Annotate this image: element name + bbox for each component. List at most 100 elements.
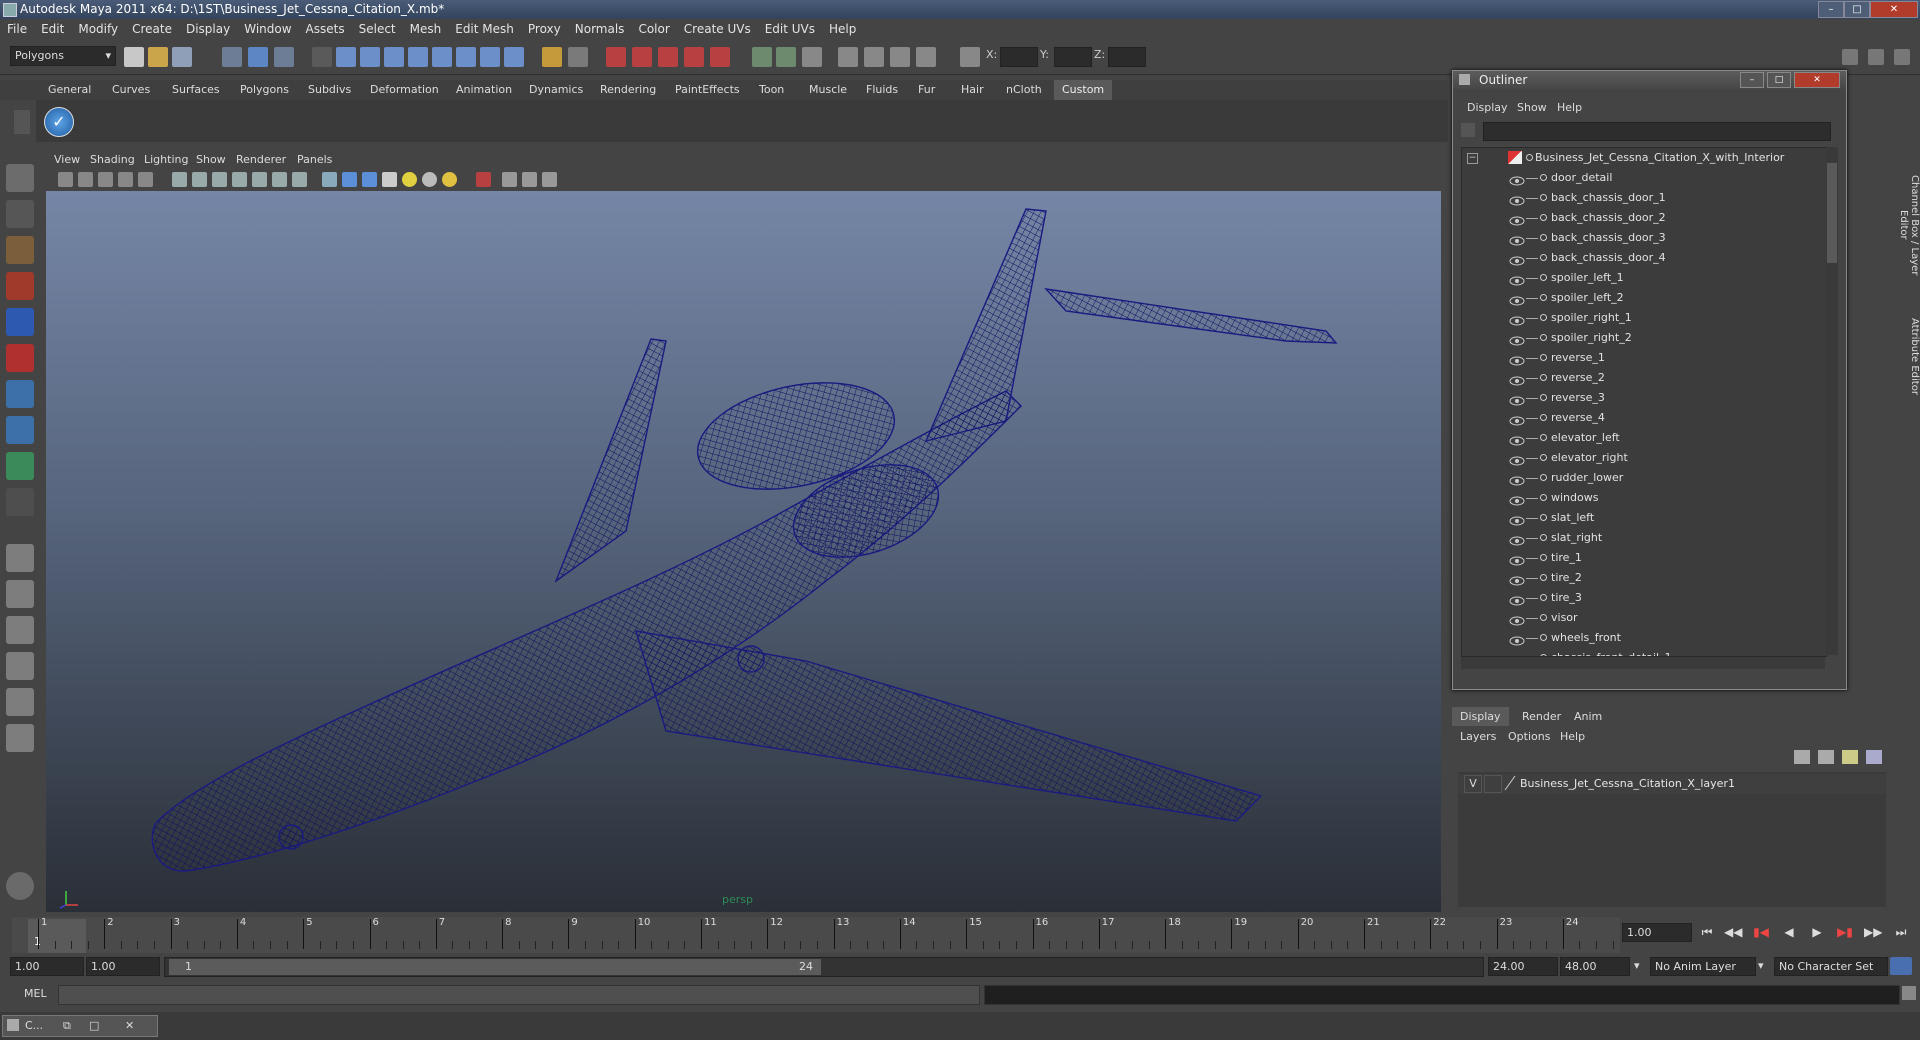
menu-create[interactable]: Create — [125, 19, 179, 40]
menu-mesh[interactable]: Mesh — [403, 19, 449, 40]
input-line-mode-icon[interactable] — [776, 47, 796, 67]
layout-hypershade-icon[interactable] — [6, 688, 34, 716]
restore-icon[interactable]: ⧉ — [63, 1016, 71, 1036]
menu-modify[interactable]: Modify — [71, 19, 125, 40]
graph-editor-icon[interactable] — [890, 47, 910, 67]
outliner-close-button[interactable]: ✕ — [1794, 72, 1840, 88]
new-scene-icon[interactable] — [124, 47, 144, 67]
layer-visibility-toggle[interactable]: V — [1464, 775, 1482, 793]
layer-menu-layers[interactable]: Layers — [1460, 728, 1496, 746]
menu-edit-mesh[interactable]: Edit Mesh — [448, 19, 521, 40]
viewport-menu-view[interactable]: View — [54, 151, 80, 169]
snap-curve-icon[interactable] — [360, 47, 380, 67]
xray-joints-icon[interactable] — [522, 172, 537, 187]
hypershade-icon[interactable] — [684, 47, 704, 67]
shelf-tab-general[interactable]: General — [40, 80, 99, 100]
layout-graph-icon[interactable] — [6, 724, 34, 752]
go-to-end-icon[interactable]: ⏭ — [1892, 923, 1910, 941]
outliner-horizontal-scrollbar[interactable] — [1461, 657, 1825, 669]
rotate-tool-icon[interactable] — [6, 308, 34, 336]
command-input[interactable] — [58, 985, 980, 1005]
viewport-menu-shading[interactable]: Shading — [90, 151, 135, 169]
z-field[interactable] — [1108, 47, 1146, 67]
channel-box-side-tab[interactable]: Channel Box / Layer Editor — [1898, 160, 1920, 290]
safe-title-icon[interactable] — [292, 172, 307, 187]
toggle-attribute-editor-icon[interactable] — [1868, 49, 1884, 65]
outliner-item[interactable]: windows — [1462, 488, 1826, 508]
resolution-gate-icon[interactable] — [212, 172, 227, 187]
layer-tab-display[interactable]: Display — [1452, 707, 1509, 726]
select-component-icon[interactable] — [274, 47, 294, 67]
range-track[interactable]: 1 24 — [164, 957, 1484, 977]
input-line-icon[interactable] — [752, 47, 772, 67]
layer-row[interactable]: V Business_Jet_Cessna_Citation_X_layer1 — [1458, 774, 1886, 794]
layer-type-toggle[interactable] — [1484, 775, 1502, 793]
layout-persp-graph-icon[interactable] — [6, 652, 34, 680]
outliner-item[interactable]: door_detail — [1462, 168, 1826, 188]
textured-icon[interactable] — [382, 172, 397, 187]
menu-window[interactable]: Window — [237, 19, 298, 40]
outliner-item[interactable]: back_chassis_door_2 — [1462, 208, 1826, 228]
current-time-field[interactable]: 1.00 — [1622, 923, 1692, 942]
outliner-item[interactable]: back_chassis_door_4 — [1462, 248, 1826, 268]
outliner-item[interactable]: reverse_2 — [1462, 368, 1826, 388]
layer-color-swatch[interactable] — [1504, 775, 1516, 791]
outliner-item[interactable]: back_chassis_door_1 — [1462, 188, 1826, 208]
step-forward-frame-icon[interactable]: ▶▮ — [1836, 923, 1854, 941]
lasso-tool-icon[interactable] — [6, 200, 34, 228]
film-gate-icon[interactable] — [192, 172, 207, 187]
move-layer-up-icon[interactable] — [1842, 750, 1858, 764]
menu-edit[interactable]: Edit — [34, 19, 71, 40]
help-icon[interactable] — [504, 47, 524, 67]
minimize-button[interactable]: – — [1818, 1, 1844, 18]
minimized-window[interactable]: C... ⧉ □ ✕ — [2, 1015, 158, 1037]
move-tool-icon[interactable] — [6, 272, 34, 300]
save-scene-icon[interactable] — [172, 47, 192, 67]
shelf-tab-muscle[interactable]: Muscle — [801, 80, 855, 100]
outliner-menu-display[interactable]: Display — [1467, 99, 1508, 117]
gate-mask-icon[interactable] — [232, 172, 247, 187]
chevron-down-icon[interactable]: ▾ — [1634, 959, 1640, 972]
playback-start-field[interactable]: 1.00 — [86, 957, 160, 976]
layout-outliner-persp-icon[interactable] — [6, 616, 34, 644]
camera-attributes-icon[interactable] — [78, 172, 93, 187]
grid-icon[interactable] — [172, 172, 187, 187]
outliner-item[interactable]: slat_left — [1462, 508, 1826, 528]
snap-surface-icon[interactable] — [432, 47, 452, 67]
move-layer-down-icon[interactable] — [1866, 750, 1882, 764]
shelf-tab-ncloth[interactable]: nCloth — [998, 80, 1050, 100]
end-time-field[interactable]: 48.00 — [1560, 957, 1630, 976]
ipr-render-icon[interactable] — [632, 47, 652, 67]
outliner-item[interactable]: visor — [1462, 608, 1826, 628]
snap-point-icon[interactable] — [384, 47, 404, 67]
start-time-field[interactable]: 1.00 — [10, 957, 84, 976]
new-layer-icon[interactable] — [1794, 750, 1810, 764]
layout-single-icon[interactable] — [6, 544, 34, 572]
outliner-item[interactable]: chassis_front_detail_1 — [1462, 648, 1826, 656]
outliner-item[interactable]: reverse_3 — [1462, 388, 1826, 408]
viewport-menu-lighting[interactable]: Lighting — [144, 151, 188, 169]
outliner-item[interactable]: rudder_lower — [1462, 468, 1826, 488]
outliner-vertical-scrollbar[interactable] — [1826, 147, 1838, 655]
wireframe-on-shaded-icon[interactable] — [362, 172, 377, 187]
viewport-menu-renderer[interactable]: Renderer — [236, 151, 286, 169]
show-manipulator-tool-icon[interactable] — [6, 452, 34, 480]
step-forward-key-icon[interactable]: ▶▶ — [1864, 923, 1882, 941]
render-view-icon[interactable] — [710, 47, 730, 67]
menu-file[interactable]: File — [0, 19, 34, 40]
shelf-tab-fluids[interactable]: Fluids — [858, 80, 906, 100]
outliner-scroll-thumb[interactable] — [1827, 163, 1837, 263]
manipulator-tool-icon[interactable] — [6, 380, 34, 408]
shelf-tab-rendering[interactable]: Rendering — [592, 80, 664, 100]
perspective-viewport[interactable] — [46, 191, 1441, 912]
toggle-channelbox-icon[interactable] — [1842, 49, 1858, 65]
shelf-tab-custom[interactable]: Custom — [1054, 80, 1113, 100]
menu-edit-uvs[interactable]: Edit UVs — [758, 19, 822, 40]
transform-field-icon[interactable] — [960, 47, 980, 67]
shelf-tab-subdivs[interactable]: Subdivs — [300, 80, 359, 100]
outliner-item[interactable]: reverse_1 — [1462, 348, 1826, 368]
playback-end-field[interactable]: 24.00 — [1488, 957, 1558, 976]
time-slider[interactable]: 1 12345678910111213141516171819202122232… — [0, 913, 1920, 959]
new-layer-selected-icon[interactable] — [1818, 750, 1834, 764]
high-quality-icon[interactable] — [542, 172, 557, 187]
